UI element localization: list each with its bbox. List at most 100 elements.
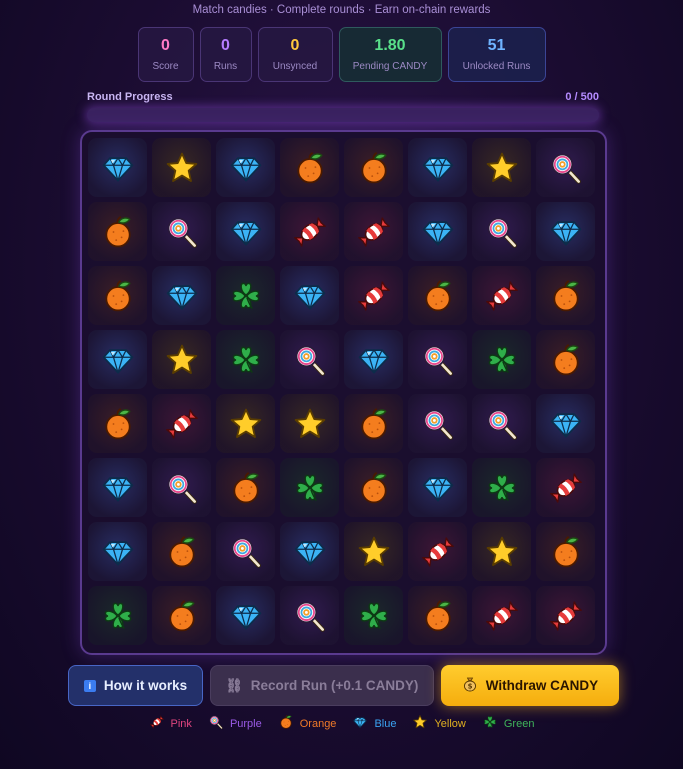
candy-cell-purple[interactable] <box>152 202 211 261</box>
candy-cell-orange[interactable] <box>216 458 275 517</box>
wrapped-candy-icon <box>292 214 328 250</box>
candy-cell-orange[interactable] <box>152 522 211 581</box>
unsynced-stat: 0 Unsynced <box>257 27 333 82</box>
clover-icon <box>484 342 520 378</box>
how-it-works-label: How it works <box>103 678 188 693</box>
how-it-works-button[interactable]: i How it works <box>68 665 203 706</box>
lollipop-icon <box>420 406 456 442</box>
candy-cell-orange[interactable] <box>536 266 595 325</box>
candy-cell-pink[interactable] <box>408 522 467 581</box>
svg-text:$: $ <box>467 683 472 691</box>
candy-cell-pink[interactable] <box>472 586 531 645</box>
candy-cell-pink[interactable] <box>536 458 595 517</box>
candy-cell-purple[interactable] <box>216 522 275 581</box>
candy-cell-green[interactable] <box>472 330 531 389</box>
money-bag-icon: $ <box>462 676 478 695</box>
candy-cell-purple[interactable] <box>280 586 339 645</box>
candy-cell-blue[interactable] <box>216 202 275 261</box>
diamond-icon <box>548 214 584 250</box>
lollipop-icon <box>164 214 200 250</box>
candy-cell-yellow[interactable] <box>472 522 531 581</box>
candy-cell-green[interactable] <box>216 330 275 389</box>
candy-cell-orange[interactable] <box>408 266 467 325</box>
candy-cell-blue[interactable] <box>536 394 595 453</box>
candy-cell-green[interactable] <box>216 266 275 325</box>
candy-cell-green[interactable] <box>472 458 531 517</box>
candy-cell-green[interactable] <box>344 586 403 645</box>
candy-cell-orange[interactable] <box>344 138 403 197</box>
score-value: 0 <box>161 37 170 54</box>
candy-cell-blue[interactable] <box>88 522 147 581</box>
candy-cell-pink[interactable] <box>152 394 211 453</box>
candy-grid <box>88 138 595 645</box>
candy-cell-yellow[interactable] <box>472 138 531 197</box>
candy-cell-blue[interactable] <box>344 330 403 389</box>
candy-cell-yellow[interactable] <box>344 522 403 581</box>
withdraw-candy-button[interactable]: $ Withdraw CANDY <box>441 665 619 706</box>
candy-cell-blue[interactable] <box>408 138 467 197</box>
diamond-icon <box>548 406 584 442</box>
candy-cell-yellow[interactable] <box>152 138 211 197</box>
candy-cell-pink[interactable] <box>344 266 403 325</box>
wrapped-candy-icon <box>149 714 165 733</box>
candy-cell-orange[interactable] <box>152 586 211 645</box>
candy-cell-purple[interactable] <box>280 330 339 389</box>
candy-cell-orange[interactable] <box>344 458 403 517</box>
legend-label: Green <box>503 717 535 730</box>
wrapped-candy-icon <box>356 278 392 314</box>
candy-cell-yellow[interactable] <box>280 394 339 453</box>
diamond-icon <box>164 278 200 314</box>
candy-cell-orange[interactable] <box>536 330 595 389</box>
candy-cell-blue[interactable] <box>408 458 467 517</box>
orange-icon <box>100 214 136 250</box>
round-progress-label: Round Progress <box>87 91 173 103</box>
candy-cell-orange[interactable] <box>88 202 147 261</box>
candy-cell-blue[interactable] <box>280 522 339 581</box>
round-progress-bar <box>87 108 599 122</box>
candy-cell-pink[interactable] <box>472 266 531 325</box>
diamond-icon <box>228 598 264 634</box>
candy-cell-blue[interactable] <box>216 138 275 197</box>
wrapped-candy-icon <box>484 278 520 314</box>
candy-cell-orange[interactable] <box>408 586 467 645</box>
legend-item-green: Green <box>482 714 535 733</box>
candy-cell-yellow[interactable] <box>152 330 211 389</box>
candy-cell-pink[interactable] <box>280 202 339 261</box>
candy-cell-purple[interactable] <box>408 394 467 453</box>
diamond-icon <box>100 342 136 378</box>
candy-cell-blue[interactable] <box>88 138 147 197</box>
candy-cell-purple[interactable] <box>408 330 467 389</box>
candy-cell-orange[interactable] <box>280 138 339 197</box>
diamond-icon <box>100 150 136 186</box>
candy-cell-orange[interactable] <box>536 522 595 581</box>
lollipop-icon <box>548 150 584 186</box>
candy-cell-yellow[interactable] <box>216 394 275 453</box>
candy-cell-blue[interactable] <box>408 202 467 261</box>
candy-cell-purple[interactable] <box>536 138 595 197</box>
candy-cell-blue[interactable] <box>536 202 595 261</box>
candy-cell-orange[interactable] <box>344 394 403 453</box>
candy-cell-pink[interactable] <box>344 202 403 261</box>
score-label: Score <box>152 61 179 72</box>
candy-cell-blue[interactable] <box>88 458 147 517</box>
candy-cell-orange[interactable] <box>88 394 147 453</box>
orange-icon <box>548 278 584 314</box>
record-run-button[interactable]: ⛓ Record Run (+0.1 CANDY) <box>210 665 434 706</box>
candy-cell-blue[interactable] <box>280 266 339 325</box>
candy-cell-green[interactable] <box>88 586 147 645</box>
candy-cell-blue[interactable] <box>216 586 275 645</box>
wrapped-candy-icon <box>484 598 520 634</box>
candy-cell-purple[interactable] <box>152 458 211 517</box>
orange-icon <box>356 406 392 442</box>
candy-cell-orange[interactable] <box>88 266 147 325</box>
star-icon <box>412 714 428 733</box>
diamond-icon <box>100 470 136 506</box>
candy-cell-purple[interactable] <box>472 202 531 261</box>
candy-cell-green[interactable] <box>280 458 339 517</box>
candy-cell-pink[interactable] <box>536 586 595 645</box>
candy-cell-blue[interactable] <box>152 266 211 325</box>
candy-cell-purple[interactable] <box>472 394 531 453</box>
orange-icon <box>548 534 584 570</box>
orange-icon <box>278 714 294 733</box>
candy-cell-blue[interactable] <box>88 330 147 389</box>
